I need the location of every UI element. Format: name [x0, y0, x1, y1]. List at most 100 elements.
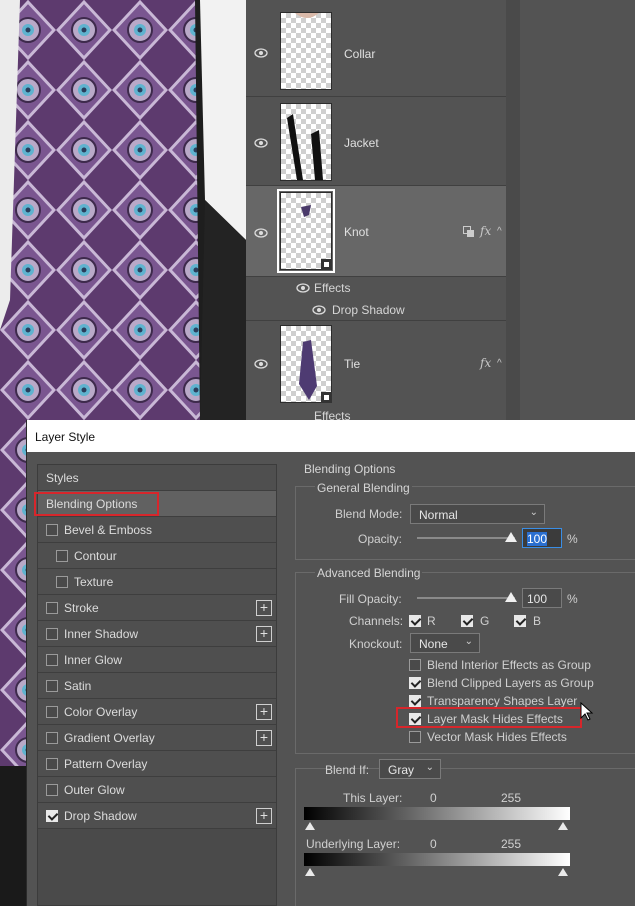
opacity-input[interactable]: 100 — [522, 528, 562, 548]
underlying-layer-gradient — [304, 853, 570, 866]
chevron-up-icon[interactable]: ^ — [497, 226, 502, 237]
pattern-overlay-checkbox[interactable] — [46, 758, 58, 770]
advanced-blending-title: Advanced Blending — [315, 566, 423, 580]
style-item-satin[interactable]: Satin — [38, 673, 276, 699]
chevron-down-icon: ⌄ — [529, 507, 538, 518]
style-item-outer-glow[interactable]: Outer Glow — [38, 777, 276, 803]
vector-mask-hides-label: Vector Mask Hides Effects — [427, 730, 567, 744]
blending-options-pane: Blending Options General Blending Blend … — [285, 458, 635, 906]
styles-header[interactable]: Styles — [38, 465, 276, 491]
fx-icon[interactable]: fx — [480, 224, 491, 238]
visibility-eye-icon[interactable] — [254, 48, 268, 58]
color-overlay-checkbox[interactable] — [46, 706, 58, 718]
visibility-eye-icon[interactable] — [254, 228, 268, 238]
chevron-down-icon: ⌄ — [425, 762, 434, 773]
stroke-checkbox[interactable] — [46, 602, 58, 614]
chevron-up-icon[interactable]: ^ — [497, 358, 502, 369]
this-layer-label: This Layer: — [343, 791, 403, 805]
visibility-eye-icon[interactable] — [254, 138, 268, 148]
highlight-blending-options — [34, 492, 159, 516]
fill-opacity-label: Fill Opacity: — [339, 592, 402, 606]
blend-clipped-label: Blend Clipped Layers as Group — [427, 676, 594, 690]
fill-opacity-input[interactable]: 100 — [522, 588, 562, 608]
blend-clipped-checkbox[interactable] — [409, 677, 421, 689]
add-drop-shadow-button[interactable]: + — [256, 808, 272, 824]
style-item-bevel-emboss[interactable]: Bevel & Emboss — [38, 517, 276, 543]
highlight-layer-mask-hides — [396, 707, 582, 728]
layer-name: Jacket — [344, 136, 379, 150]
blend-if-label: Blend If: — [325, 763, 370, 777]
style-item-contour[interactable]: Contour — [38, 543, 276, 569]
add-color-overlay-button[interactable]: + — [256, 704, 272, 720]
channel-b-checkbox[interactable] — [514, 615, 526, 627]
style-item-pattern-overlay[interactable]: Pattern Overlay — [38, 751, 276, 777]
fill-opacity-slider-track[interactable] — [417, 597, 515, 599]
layer-row-knot[interactable]: Knot fx ^ — [246, 186, 506, 277]
opacity-label: Opacity: — [358, 532, 403, 546]
underlying-layer-black-slider[interactable] — [305, 868, 315, 876]
layer-row-tie[interactable]: Tie fx ^ Effects — [246, 321, 506, 423]
this-layer-gradient — [304, 807, 570, 820]
blend-interior-label: Blend Interior Effects as Group — [427, 658, 591, 672]
contour-checkbox[interactable] — [56, 550, 68, 562]
chevron-down-icon: ⌄ — [464, 636, 473, 647]
opacity-slider-track[interactable] — [417, 537, 515, 539]
drop-shadow-effect-row[interactable]: Drop Shadow — [246, 299, 506, 321]
drop-shadow-checkbox[interactable] — [46, 810, 58, 822]
style-item-drop-shadow[interactable]: Drop Shadow + — [38, 803, 276, 829]
blend-interior-checkbox[interactable] — [409, 659, 421, 671]
style-item-color-overlay[interactable]: Color Overlay + — [38, 699, 276, 725]
style-item-stroke[interactable]: Stroke + — [38, 595, 276, 621]
add-stroke-button[interactable]: + — [256, 600, 272, 616]
this-layer-black-slider[interactable] — [305, 822, 315, 830]
add-gradient-overlay-button[interactable]: + — [256, 730, 272, 746]
effects-row[interactable]: Effects — [246, 277, 506, 299]
outer-glow-checkbox[interactable] — [46, 784, 58, 796]
effects-label: Effects — [314, 281, 351, 295]
layer-thumbnail — [277, 189, 335, 273]
inner-glow-checkbox[interactable] — [46, 654, 58, 666]
clipping-mask-icon — [463, 226, 474, 237]
opacity-slider-thumb[interactable] — [505, 532, 517, 542]
transparency-shapes-checkbox[interactable] — [409, 695, 421, 707]
layer-row-collar[interactable]: Collar — [246, 0, 506, 97]
knockout-select[interactable]: None ⌄ — [410, 633, 480, 653]
visibility-eye-icon[interactable] — [254, 359, 268, 369]
satin-checkbox[interactable] — [46, 680, 58, 692]
jacket-edge — [0, 766, 26, 906]
fill-opacity-slider-thumb[interactable] — [505, 592, 517, 602]
dialog-titlebar[interactable]: Layer Style — [27, 420, 635, 452]
layer-style-dialog: Layer Style Styles Blending Options Beve… — [26, 420, 635, 906]
this-layer-white-slider[interactable] — [558, 822, 568, 830]
blend-mode-select[interactable]: Normal ⌄ — [410, 504, 545, 524]
style-item-inner-glow[interactable]: Inner Glow — [38, 647, 276, 673]
layers-scrollbar[interactable] — [506, 0, 520, 420]
vector-mask-hides-checkbox[interactable] — [409, 731, 421, 743]
layer-name: Collar — [344, 47, 376, 61]
underlying-layer-max: 255 — [501, 837, 522, 851]
style-item-inner-shadow[interactable]: Inner Shadow + — [38, 621, 276, 647]
visibility-eye-icon[interactable] — [312, 305, 326, 315]
fx-icon[interactable]: fx — [480, 356, 491, 370]
blending-options-title: Blending Options — [304, 462, 396, 476]
blend-if-select[interactable]: Gray ⌄ — [379, 759, 441, 779]
texture-checkbox[interactable] — [56, 576, 68, 588]
dialog-title: Layer Style — [35, 430, 96, 444]
general-blending-title: General Blending — [315, 481, 412, 495]
layer-name: Knot — [344, 225, 369, 239]
layer-row-jacket[interactable]: Jacket — [246, 97, 506, 186]
style-item-texture[interactable]: Texture — [38, 569, 276, 595]
inner-shadow-checkbox[interactable] — [46, 628, 58, 640]
channel-g-checkbox[interactable] — [461, 615, 473, 627]
knockout-label: Knockout: — [349, 637, 403, 651]
channels-label: Channels: — [349, 614, 404, 628]
channel-r-checkbox[interactable] — [409, 615, 421, 627]
style-item-gradient-overlay[interactable]: Gradient Overlay + — [38, 725, 276, 751]
visibility-eye-icon[interactable] — [296, 283, 310, 293]
bevel-emboss-checkbox[interactable] — [46, 524, 58, 536]
layer-thumbnail — [280, 325, 332, 403]
underlying-layer-white-slider[interactable] — [558, 868, 568, 876]
underlying-layer-label: Underlying Layer: — [306, 837, 401, 851]
gradient-overlay-checkbox[interactable] — [46, 732, 58, 744]
add-inner-shadow-button[interactable]: + — [256, 626, 272, 642]
